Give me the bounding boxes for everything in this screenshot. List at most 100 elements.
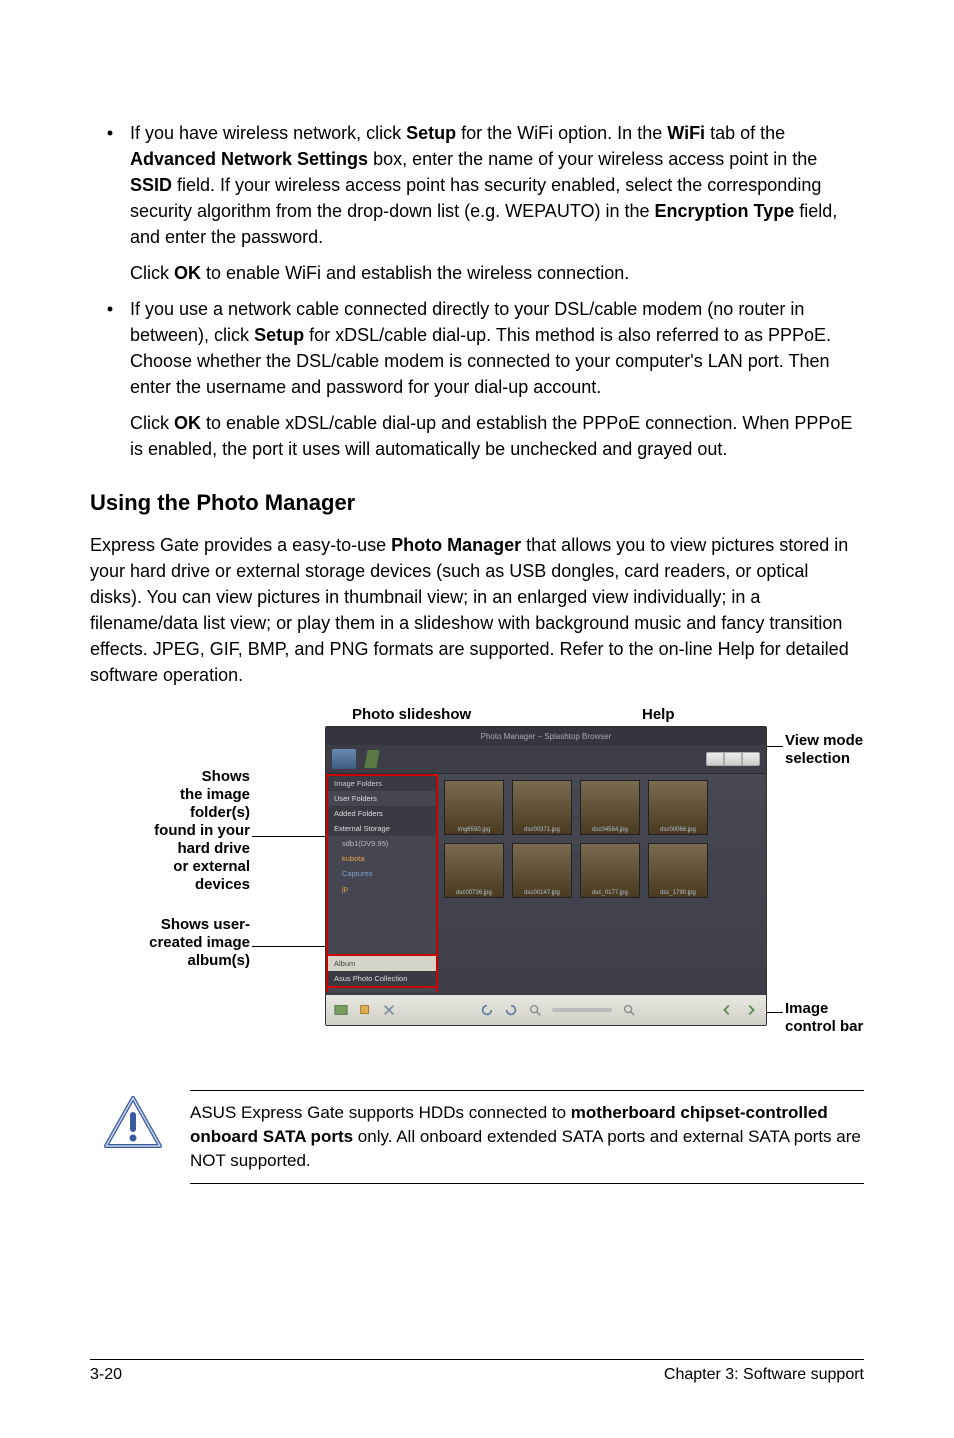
delete-icon[interactable] <box>382 1003 396 1017</box>
image-control-bar <box>326 995 766 1025</box>
next-icon[interactable] <box>744 1003 758 1017</box>
text: tab of the <box>705 123 785 143</box>
toolbar <box>326 745 766 774</box>
pane-device[interactable]: sdb1(DV9.95) <box>328 836 436 851</box>
window-title: Photo Manager – Splashtop Browser <box>326 727 766 745</box>
pane-folder-jp[interactable]: jp <box>328 881 436 896</box>
page-number: 3-20 <box>90 1366 122 1384</box>
text: Shows user- <box>140 916 250 934</box>
view-full-button[interactable] <box>743 753 759 765</box>
thumbnail[interactable]: dsc_0177.jpg <box>580 843 640 898</box>
text: or external <box>140 858 250 876</box>
bullet-dot: • <box>90 120 130 286</box>
zoom-out-icon[interactable] <box>528 1003 542 1017</box>
view-mode-group <box>706 752 760 766</box>
album-pane[interactable]: Album Asus Photo Collection <box>326 954 438 988</box>
text: to enable WiFi and establish the wireles… <box>201 263 629 283</box>
text: If you have wireless network, click <box>130 123 406 143</box>
text: for the WiFi option. In the <box>456 123 667 143</box>
figure-photo-manager: Photo slideshow Help View mode selection… <box>90 706 864 1066</box>
pppoe-sub: Click OK to enable xDSL/cable dial-up an… <box>130 410 864 462</box>
bullet-wifi: • If you have wireless network, click Se… <box>90 120 864 286</box>
copy-icon[interactable] <box>358 1003 372 1017</box>
thumbnail[interactable]: dsc00147.jpg <box>512 843 572 898</box>
callout-controlbar: Image control bar <box>785 1000 863 1036</box>
wifi-sub: Click OK to enable WiFi and establish th… <box>130 260 864 286</box>
text: Click <box>130 413 174 433</box>
text: folder(s) <box>140 804 250 822</box>
text: created image <box>140 934 250 952</box>
callout-albums: Shows user- created image album(s) <box>140 916 250 970</box>
pane-header-image-folders: Image Folders <box>328 776 436 791</box>
thumbnail[interactable]: dsc04584.jpg <box>580 780 640 835</box>
bullet-dot: • <box>90 296 130 462</box>
page-footer: 3-20 Chapter 3: Software support <box>90 1359 864 1384</box>
prev-icon[interactable] <box>720 1003 734 1017</box>
wifi-label: WiFi <box>667 123 705 143</box>
connector-line <box>252 836 325 837</box>
text: control bar <box>785 1018 863 1036</box>
callout-help: Help <box>642 706 675 724</box>
view-list-button[interactable] <box>725 753 741 765</box>
ok-label: OK <box>174 413 201 433</box>
pane-folder-kubota[interactable]: kubota <box>328 851 436 866</box>
text: that allows you to view pictures stored … <box>90 535 849 685</box>
view-grid-button[interactable] <box>707 753 723 765</box>
caution-icon <box>102 1094 164 1152</box>
rotate-right-icon[interactable] <box>504 1003 518 1017</box>
connector-line <box>252 946 325 947</box>
thumbnail-grid[interactable]: img6590.jpg dsc00371.jpg dsc04584.jpg ds… <box>438 774 766 992</box>
text: box, enter the name of your wireless acc… <box>368 149 817 169</box>
text: selection <box>785 750 863 768</box>
text: to enable xDSL/cable dial-up and establi… <box>130 413 852 459</box>
callout-viewmode: View mode selection <box>785 732 863 768</box>
callout-folders: Shows the image folder(s) found in your … <box>140 768 250 894</box>
text: album(s) <box>140 952 250 970</box>
heading-photo-manager: Using the Photo Manager <box>90 490 864 516</box>
ok-label: OK <box>174 263 201 283</box>
pane-header-album: Album <box>328 956 436 971</box>
thumbnail[interactable]: dsc00066.jpg <box>648 780 708 835</box>
chapter-label: Chapter 3: Software support <box>664 1366 864 1384</box>
thumbnail[interactable]: dsc_1790.jpg <box>648 843 708 898</box>
pane-added-folders[interactable]: Added Folders <box>328 806 436 821</box>
pm-label: Photo Manager <box>391 535 521 555</box>
callout-slideshow: Photo slideshow <box>352 706 471 724</box>
text: hard drive <box>140 840 250 858</box>
album-icon[interactable] <box>334 1003 348 1017</box>
thumbnail[interactable]: img6590.jpg <box>444 780 504 835</box>
connector-line <box>765 1012 783 1013</box>
text: devices <box>140 876 250 894</box>
bullet-pppoe-body: If you use a network cable connected dir… <box>130 296 864 462</box>
text: found in your <box>140 822 250 840</box>
text: the image <box>140 786 250 804</box>
text: Image <box>785 1000 863 1018</box>
rotate-left-icon[interactable] <box>480 1003 494 1017</box>
zoom-in-icon[interactable] <box>622 1003 636 1017</box>
pane-external-storage[interactable]: External Storage <box>328 821 436 836</box>
note-text: ASUS Express Gate supports HDDs connecte… <box>190 1090 864 1184</box>
text: Click <box>130 263 174 283</box>
ssid-label: SSID <box>130 175 172 195</box>
text: View mode <box>785 732 863 750</box>
page: • If you have wireless network, click Se… <box>0 0 954 1438</box>
zoom-slider[interactable] <box>552 1008 612 1012</box>
pane-folder-captures[interactable]: Captures <box>328 866 436 881</box>
slideshow-icon[interactable] <box>364 750 379 768</box>
toolbar-thumb-icon[interactable] <box>332 749 356 769</box>
setup-label: Setup <box>406 123 456 143</box>
text: Express Gate provides a easy-to-use <box>90 535 391 555</box>
setup-label: Setup <box>254 325 304 345</box>
pane-album-item[interactable]: Asus Photo Collection <box>328 971 436 986</box>
bullet-pppoe: • If you use a network cable connected d… <box>90 296 864 462</box>
screenshot-photo-manager: Photo Manager – Splashtop Browser Image … <box>325 726 767 1026</box>
connector-line <box>765 746 783 747</box>
enc-label: Encryption Type <box>655 201 795 221</box>
thumbnail[interactable]: dsc00371.jpg <box>512 780 572 835</box>
ans-label: Advanced Network Settings <box>130 149 368 169</box>
bullet-wifi-body: If you have wireless network, click Setu… <box>130 120 864 286</box>
text: ASUS Express Gate supports HDDs connecte… <box>190 1103 571 1122</box>
pane-user-folders: User Folders <box>328 791 436 806</box>
caution-note: ASUS Express Gate supports HDDs connecte… <box>90 1090 864 1184</box>
thumbnail[interactable]: dsc00736.jpg <box>444 843 504 898</box>
